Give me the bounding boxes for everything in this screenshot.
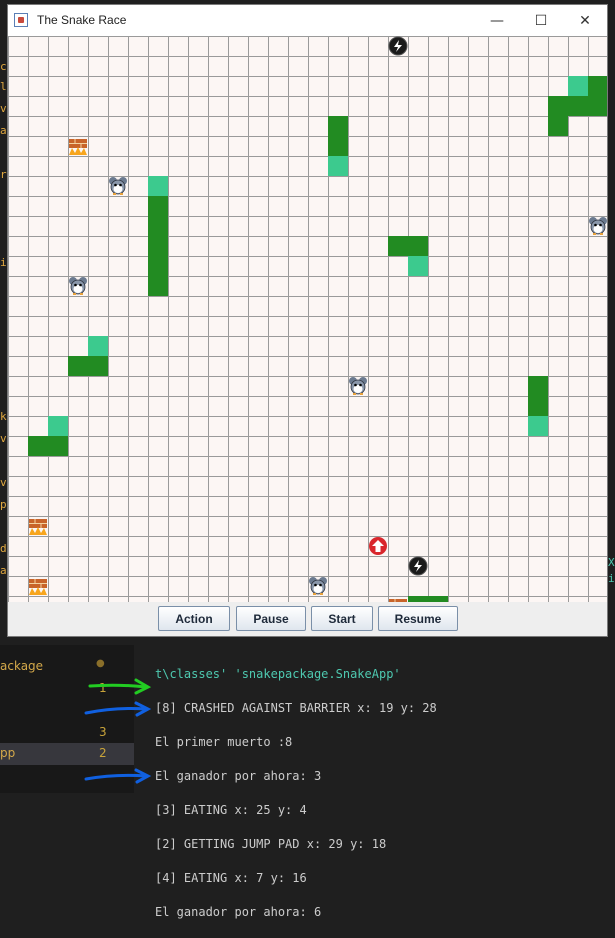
snake-body-segment [528, 376, 548, 396]
snake-body-segment [148, 216, 168, 236]
snake-body-segment [88, 356, 108, 376]
editor-fragment: c [0, 60, 7, 73]
game-board[interactable] [8, 36, 607, 602]
terminal-output: t\classes' 'snakepackage.SnakeApp' [8] C… [155, 649, 437, 938]
terminal-line: [8] CRASHED AGAINST BARRIER x: 19 y: 28 [155, 701, 437, 715]
snake-body-segment [148, 256, 168, 276]
editor-fragment: a [0, 564, 7, 577]
snake-head [148, 176, 168, 196]
terminal-line: [3] EATING x: 25 y: 4 [155, 803, 307, 817]
snake-body-segment [548, 116, 568, 136]
panel-item-selected[interactable]: pp 2 [0, 743, 134, 765]
snake-body-segment [408, 236, 428, 256]
panel-item-label[interactable]: ackage [0, 659, 43, 673]
snake-body-segment [148, 276, 168, 296]
maximize-icon[interactable]: ☐ [519, 7, 563, 35]
jump-pad-arrow-icon [369, 537, 387, 555]
control-button-bar: Action Pause Start Resume [8, 602, 607, 636]
start-button[interactable]: Start [311, 606, 373, 631]
resume-button[interactable]: Resume [378, 606, 458, 631]
snake-race-window: The Snake Race — ☐ ✕ Action Pause Start … [7, 4, 608, 637]
terminal-line: t\classes' 'snakepackage.SnakeApp' [155, 667, 401, 681]
pause-button[interactable]: Pause [236, 606, 306, 631]
problem-count-badge: 2 [99, 746, 107, 760]
snake-body-segment [328, 116, 348, 136]
snake-body-segment [48, 436, 68, 456]
snake-body-segment [28, 436, 48, 456]
editor-fragment: v [0, 102, 7, 115]
editor-fragment: v [0, 432, 7, 445]
snake-head [328, 156, 348, 176]
fire-barrier-icon [29, 519, 47, 535]
snake-head [568, 76, 588, 96]
editor-fragment: a [0, 124, 7, 137]
board-background [8, 36, 607, 602]
snake-body-segment [148, 236, 168, 256]
editor-fragment: r [0, 168, 7, 181]
action-button[interactable]: Action [158, 606, 230, 631]
close-icon[interactable]: ✕ [563, 7, 607, 35]
board-grid [8, 36, 607, 602]
editor-fragment: X [608, 556, 615, 569]
snake-body-segment [388, 236, 408, 256]
snake-body-segment [588, 96, 607, 116]
java-app-icon [14, 13, 28, 27]
fire-barrier-icon [69, 139, 87, 155]
status-dot: ● [96, 658, 105, 669]
snake-body-segment [148, 196, 168, 216]
problem-count-badge: 1 [99, 681, 107, 695]
explorer-panel: ackage ● 1 3 pp 2 [0, 645, 134, 793]
snake-head [528, 416, 548, 436]
snake-head [48, 416, 68, 436]
snake-body-segment [328, 136, 348, 156]
terminal-line: El ganador por ahora: 3 [155, 769, 322, 783]
snake-head [408, 256, 428, 276]
editor-fragment: i [608, 572, 615, 585]
snake-head [88, 336, 108, 356]
snake-body-segment [548, 96, 568, 116]
title-bar[interactable]: The Snake Race — ☐ ✕ [8, 5, 607, 36]
snake-body-segment [68, 356, 88, 376]
lightning-icon [408, 556, 428, 576]
terminal-line: [2] GETTING JUMP PAD x: 29 y: 18 [155, 837, 387, 851]
window-title: The Snake Race [37, 13, 127, 27]
terminal-line: [4] EATING x: 7 y: 16 [155, 871, 307, 885]
minimize-icon[interactable]: — [475, 7, 519, 35]
snake-body-segment [588, 76, 607, 96]
terminal-line: El primer muerto :8 [155, 735, 293, 749]
snake-body-segment [528, 396, 548, 416]
problem-count-badge: 3 [99, 725, 107, 739]
terminal-line: El ganador por ahora: 6 [155, 905, 322, 919]
fire-barrier-icon [29, 579, 47, 595]
snake-body-segment [568, 96, 588, 116]
lightning-icon [388, 36, 408, 56]
panel-item-label: pp [0, 746, 16, 760]
